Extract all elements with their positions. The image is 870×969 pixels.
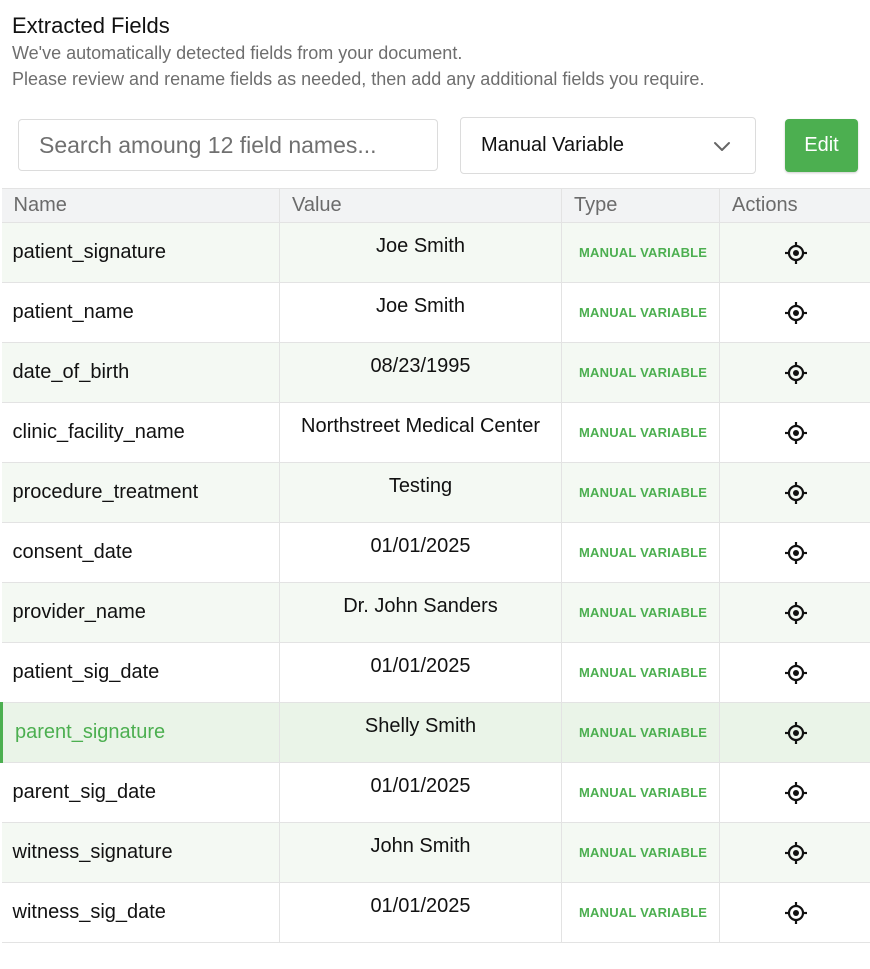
locate-field-button[interactable]	[719, 642, 870, 703]
locate-icon	[784, 481, 807, 504]
field-value-cell[interactable]: John Smith	[279, 822, 562, 883]
field-value-cell[interactable]: Shelly Smith	[279, 702, 562, 763]
field-value-cell[interactable]: Dr. John Sanders	[279, 582, 562, 643]
field-name-cell[interactable]: patient_name	[1, 282, 280, 343]
field-name-cell[interactable]: parent_signature	[0, 702, 280, 763]
column-header-actions: Actions	[719, 188, 870, 223]
field-type-badge: MANUAL VARIABLE	[561, 342, 720, 403]
page-title: Extracted Fields	[12, 13, 170, 38]
field-value-cell[interactable]: 01/01/2025	[279, 522, 562, 583]
locate-icon	[784, 361, 807, 384]
field-type-badge: MANUAL VARIABLE	[561, 462, 720, 523]
field-type-badge: MANUAL VARIABLE	[561, 582, 720, 643]
table-row[interactable]: parent_signature Shelly Smith MANUAL VARIA…	[0, 702, 870, 763]
column-header-name[interactable]: Name	[1, 188, 280, 223]
locate-field-button[interactable]	[719, 522, 870, 583]
locate-field-button[interactable]	[719, 882, 870, 943]
locate-field-button[interactable]	[719, 762, 870, 823]
locate-icon	[784, 841, 807, 864]
chevron-down-icon	[714, 142, 730, 151]
locate-icon	[784, 601, 807, 624]
field-type-badge: MANUAL VARIABLE	[561, 702, 720, 763]
locate-icon	[784, 541, 807, 564]
field-value-cell[interactable]: Northstreet Medical Center	[279, 402, 562, 463]
edit-button[interactable]: Edit	[785, 119, 858, 172]
field-type-badge: MANUAL VARIABLE	[561, 282, 720, 343]
table-row[interactable]: patient_signature Joe Smith MANUAL VARIABL…	[1, 222, 870, 283]
field-value-cell[interactable]: 01/01/2025	[279, 642, 562, 703]
subtitle-line-2: Please review and rename fields as neede…	[12, 69, 705, 89]
field-value-cell[interactable]: 01/01/2025	[279, 762, 562, 823]
field-type-badge: MANUAL VARIABLE	[561, 222, 720, 283]
locate-icon	[784, 301, 807, 324]
field-type-badge: MANUAL VARIABLE	[561, 762, 720, 823]
table-row[interactable]: date_of_birth 08/23/1995 MANUAL VARIABLE	[1, 342, 870, 403]
locate-field-button[interactable]	[719, 702, 870, 763]
locate-field-button[interactable]	[719, 282, 870, 343]
locate-icon	[784, 661, 807, 684]
locate-field-button[interactable]	[719, 402, 870, 463]
table-row[interactable]: procedure_treatment Testing MANUAL VARIABL…	[1, 462, 870, 523]
fields-table: Name Value Type Actions patient_signatur…	[0, 188, 870, 943]
field-value-cell[interactable]: Joe Smith	[279, 282, 562, 343]
table-row[interactable]: patient_name Joe Smith MANUAL VARIABLE	[1, 282, 870, 343]
field-name-cell[interactable]: consent_date	[1, 522, 280, 583]
field-type-badge: MANUAL VARIABLE	[561, 882, 720, 943]
column-header-type[interactable]: Type	[561, 188, 720, 223]
table-row[interactable]: provider_name Dr. John Sanders MANUAL VARI…	[1, 582, 870, 643]
locate-field-button[interactable]	[719, 462, 870, 523]
locate-field-button[interactable]	[719, 822, 870, 883]
locate-field-button[interactable]	[719, 342, 870, 403]
column-header-value[interactable]: Value	[279, 188, 562, 223]
locate-field-button[interactable]	[719, 222, 870, 283]
type-select[interactable]: Manual Variable	[460, 117, 756, 174]
field-name-cell[interactable]: patient_sig_date	[1, 642, 280, 703]
page-subtitle: We've automatically detected fields from…	[12, 40, 704, 92]
field-name-cell[interactable]: parent_sig_date	[1, 762, 280, 823]
field-name-cell[interactable]: provider_name	[1, 582, 280, 643]
locate-icon	[784, 901, 807, 924]
field-type-badge: MANUAL VARIABLE	[561, 522, 720, 583]
table-row[interactable]: parent_sig_date 01/01/2025 MANUAL VARIABLE	[1, 762, 870, 823]
field-value-cell[interactable]: 08/23/1995	[279, 342, 562, 403]
table-row[interactable]: patient_sig_date 01/01/2025 MANUAL VARIABL…	[1, 642, 870, 703]
field-type-badge: MANUAL VARIABLE	[561, 402, 720, 463]
locate-field-button[interactable]	[719, 582, 870, 643]
locate-icon	[784, 241, 807, 264]
field-value-cell[interactable]: Joe Smith	[279, 222, 562, 283]
page-header: Extracted Fields We've automatically det…	[12, 12, 704, 92]
field-name-cell[interactable]: clinic_facility_name	[1, 402, 280, 463]
field-name-cell[interactable]: date_of_birth	[1, 342, 280, 403]
field-name-cell[interactable]: patient_signature	[1, 222, 280, 283]
locate-icon	[784, 781, 807, 804]
field-type-badge: MANUAL VARIABLE	[561, 642, 720, 703]
table-row[interactable]: consent_date 01/01/2025 MANUAL VARIABLE	[1, 522, 870, 583]
field-value-cell[interactable]: Testing	[279, 462, 562, 523]
field-type-badge: MANUAL VARIABLE	[561, 822, 720, 883]
field-search-input[interactable]	[18, 119, 438, 171]
subtitle-line-1: We've automatically detected fields from…	[12, 43, 463, 63]
type-select-value: Manual Variable	[481, 134, 625, 156]
field-name-cell[interactable]: witness_signature	[1, 822, 280, 883]
field-value-cell[interactable]: 01/01/2025	[279, 882, 562, 943]
locate-icon	[784, 421, 807, 444]
table-header-row: Name Value Type Actions	[1, 188, 870, 223]
table-row[interactable]: clinic_facility_name Northstreet Medical …	[1, 402, 870, 463]
field-name-cell[interactable]: witness_sig_date	[1, 882, 280, 943]
field-name-cell[interactable]: procedure_treatment	[1, 462, 280, 523]
table-row[interactable]: witness_signature John Smith MANUAL VARIAB…	[1, 822, 870, 883]
table-row[interactable]: witness_sig_date 01/01/2025 MANUAL VARIABL…	[1, 882, 870, 943]
locate-icon	[784, 721, 807, 744]
